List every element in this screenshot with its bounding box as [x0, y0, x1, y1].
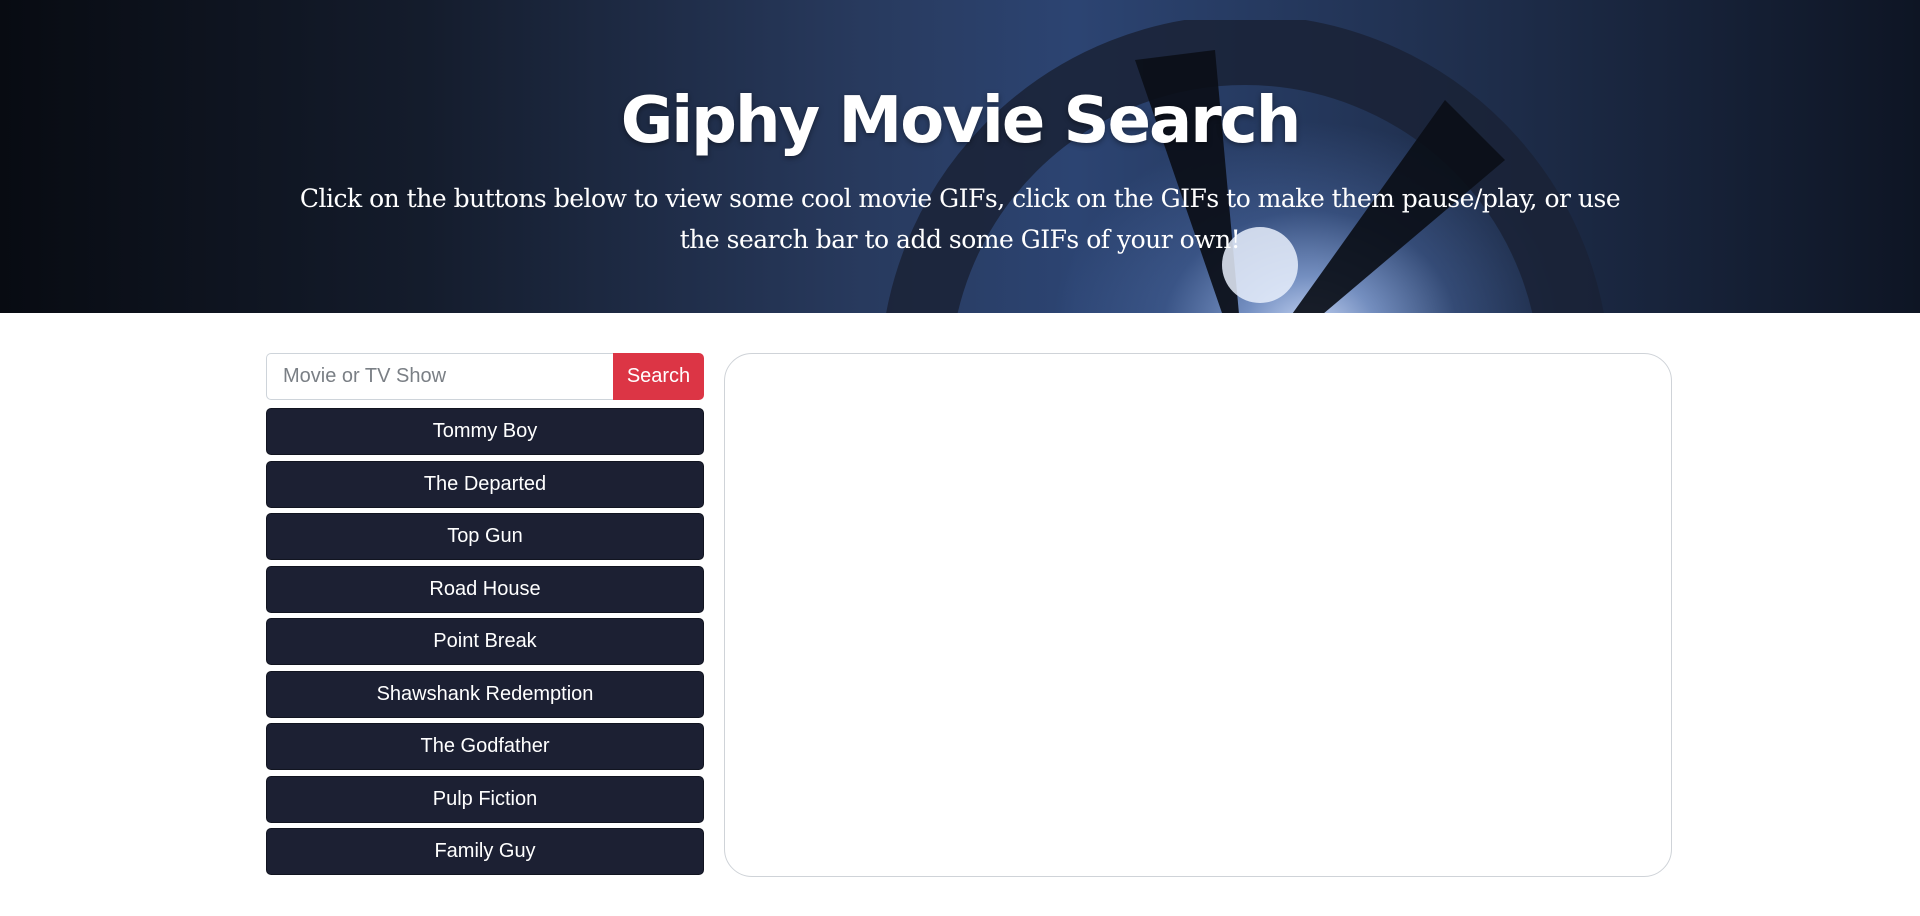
- movie-button-road-house[interactable]: Road House: [266, 565, 704, 613]
- movie-button-the-godfather[interactable]: The Godfather: [266, 723, 704, 770]
- gif-results-panel: [724, 353, 1672, 877]
- movie-button-shawshank-redemption[interactable]: Shawshank Redemption: [266, 670, 704, 718]
- movie-button-family-guy[interactable]: Family Guy: [266, 828, 704, 875]
- movie-button-list: Tommy Boy The Departed Top Gun Road Hous…: [266, 408, 704, 881]
- movie-button-top-gun[interactable]: Top Gun: [266, 513, 704, 560]
- search-group: Search: [266, 353, 704, 400]
- page-subtitle: Click on the buttons below to view some …: [299, 184, 1621, 254]
- movie-button-pulp-fiction[interactable]: Pulp Fiction: [266, 775, 704, 823]
- film-reel-image: [886, 20, 1604, 313]
- movie-button-point-break[interactable]: Point Break: [266, 618, 704, 665]
- page-title: Giphy Movie Search: [620, 84, 1302, 158]
- sidebar: Search Tommy Boy The Departed Top Gun Ro…: [266, 353, 704, 881]
- search-button[interactable]: Search: [613, 353, 704, 400]
- search-input[interactable]: [266, 353, 613, 400]
- movie-button-the-departed[interactable]: The Departed: [266, 460, 704, 508]
- hero-banner: Giphy Movie Search Click on the buttons …: [0, 0, 1920, 313]
- movie-button-tommy-boy[interactable]: Tommy Boy: [266, 408, 704, 455]
